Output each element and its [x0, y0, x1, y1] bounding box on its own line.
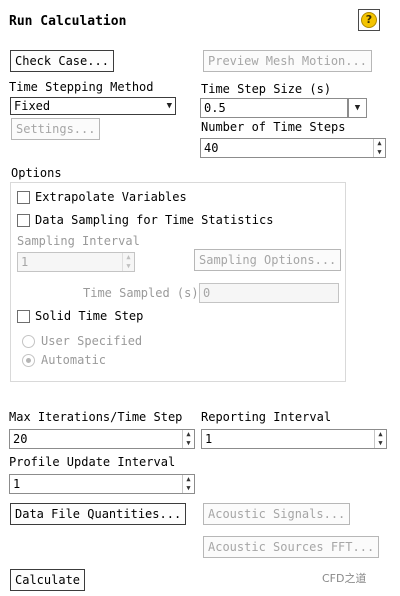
profile-update-interval-stepper[interactable]: ▲ ▼ [182, 475, 194, 493]
acoustic-signals-button[interactable]: Acoustic Signals... [203, 503, 351, 525]
max-iterations-input[interactable]: 20 ▲ ▼ [9, 429, 195, 449]
profile-update-interval-label: Profile Update Interval [9, 455, 176, 469]
time-step-size-input[interactable]: 0.5 [200, 98, 348, 118]
max-iterations-stepper[interactable]: ▲ ▼ [182, 430, 194, 448]
time-step-size-label: Time Step Size (s) [201, 82, 332, 96]
check-case-button[interactable]: Check Case... [10, 50, 114, 72]
time-stepping-method-value: Fixed [14, 99, 51, 113]
watermark: CFD之道 [322, 572, 367, 585]
number-of-time-steps-value: 40 [204, 141, 219, 155]
solid-time-step-checkbox[interactable] [17, 310, 30, 323]
acoustic-sources-fft-button[interactable]: Acoustic Sources FFT... [203, 536, 380, 558]
number-of-time-steps-stepper[interactable]: ▲ ▼ [373, 139, 385, 157]
number-of-time-steps-label: Number of Time Steps [201, 120, 346, 134]
time-sampled-label: Time Sampled (s) [83, 286, 199, 300]
sampling-interval-label: Sampling Interval [17, 234, 140, 248]
sampling-options-button[interactable]: Sampling Options... [194, 249, 342, 271]
extrapolate-variables-label: Extrapolate Variables [35, 190, 187, 204]
automatic-radio[interactable] [22, 354, 35, 367]
data-sampling-label: Data Sampling for Time Statistics [35, 213, 274, 227]
solid-time-step-label: Solid Time Step [35, 309, 144, 323]
spin-up-icon[interactable]: ▲ [183, 430, 194, 439]
options-group [10, 182, 346, 382]
automatic-label: Automatic [41, 353, 107, 367]
reporting-interval-label: Reporting Interval [201, 410, 332, 424]
spin-up-icon[interactable]: ▲ [183, 475, 194, 484]
spin-down-icon[interactable]: ▼ [374, 148, 385, 157]
dialog-title: Run Calculation [9, 14, 127, 29]
settings-button[interactable]: Settings... [11, 118, 101, 140]
preview-mesh-motion-button[interactable]: Preview Mesh Motion... [203, 50, 372, 72]
number-of-time-steps-input[interactable]: 40 ▲ ▼ [200, 138, 386, 158]
spin-up-icon[interactable]: ▲ [375, 430, 386, 439]
chevron-down-icon: ▼ [166, 101, 172, 111]
profile-update-interval-value: 1 [13, 477, 21, 491]
data-sampling-checkbox[interactable] [17, 214, 30, 227]
spin-up-icon[interactable]: ▲ [374, 139, 385, 148]
help-icon: ? [361, 12, 377, 28]
user-specified-label: User Specified [41, 334, 143, 348]
time-step-size-dropdown-icon[interactable]: ▼ [348, 98, 367, 118]
max-iterations-label: Max Iterations/Time Step [9, 410, 183, 424]
sampling-interval-value: 1 [21, 255, 29, 269]
time-sampled-input[interactable]: 0 [199, 283, 339, 303]
help-button[interactable]: ? [358, 9, 380, 31]
reporting-interval-value: 1 [205, 432, 213, 446]
spin-down-icon[interactable]: ▼ [123, 262, 134, 271]
options-label: Options [11, 166, 62, 180]
sampling-interval-stepper[interactable]: ▲ ▼ [122, 253, 134, 271]
spin-up-icon[interactable]: ▲ [123, 253, 134, 262]
spin-down-icon[interactable]: ▼ [183, 484, 194, 493]
profile-update-interval-input[interactable]: 1 ▲ ▼ [9, 474, 195, 494]
calculate-button[interactable]: Calculate [10, 569, 86, 591]
data-file-quantities-button[interactable]: Data File Quantities... [10, 503, 187, 525]
sampling-interval-input[interactable]: 1 ▲ ▼ [17, 252, 135, 272]
reporting-interval-input[interactable]: 1 ▲ ▼ [201, 429, 387, 449]
user-specified-radio[interactable] [22, 335, 35, 348]
time-stepping-method-label: Time Stepping Method [9, 80, 154, 94]
spin-down-icon[interactable]: ▼ [183, 439, 194, 448]
time-stepping-method-dropdown[interactable]: Fixed ▼ [10, 97, 176, 115]
reporting-interval-stepper[interactable]: ▲ ▼ [374, 430, 386, 448]
spin-down-icon[interactable]: ▼ [375, 439, 386, 448]
extrapolate-variables-checkbox[interactable] [17, 191, 30, 204]
max-iterations-value: 20 [13, 432, 28, 446]
